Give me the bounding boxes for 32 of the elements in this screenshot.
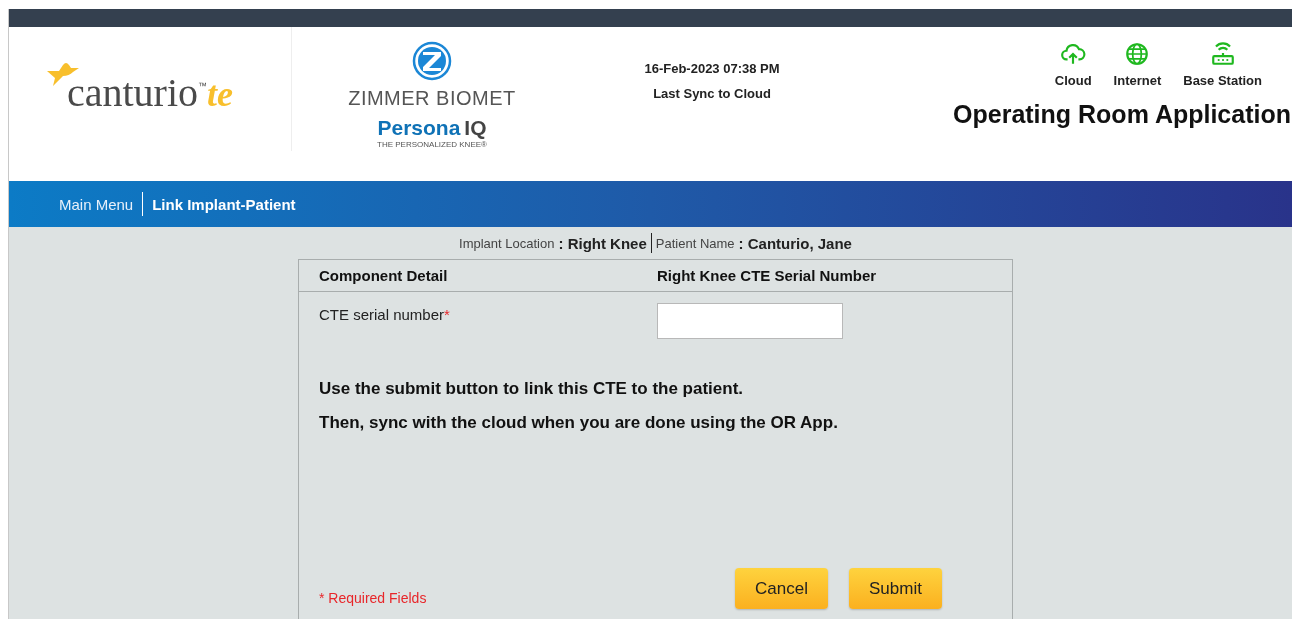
instruction-text: Use the submit button to link this CTE to the patient. [319, 379, 745, 399]
app-title: Operating Room Application [953, 100, 1291, 129]
status-label: Internet [1113, 73, 1162, 88]
context-label: Implant Location [459, 235, 555, 251]
product-suffix: IQ [464, 116, 487, 140]
form-button[interactable]: Cancel [735, 568, 828, 609]
serial-number-field[interactable] [657, 303, 843, 339]
logo-text: canturio [66, 68, 199, 116]
logo-tagline: THE PERSONALIZED KNEE® [377, 140, 487, 149]
router-icon[interactable] [1209, 41, 1236, 67]
product-logo-text: Persona [377, 116, 461, 140]
breadcrumb-link[interactable]: Main Menu [50, 195, 143, 213]
column-header: Right Knee CTE Serial Number [657, 267, 878, 284]
globe-icon[interactable] [1124, 41, 1151, 67]
breadcrumb-link[interactable]: Link Implant-Patient [143, 195, 305, 213]
z-logo-icon [412, 41, 452, 81]
form-button[interactable]: Submit [849, 568, 942, 609]
status-label: Cloud [1054, 73, 1092, 88]
status-label: Base Station [1183, 73, 1262, 88]
column-header: Component Detail [319, 267, 449, 284]
context-value: : Right Knee [558, 234, 647, 252]
logo-suffix: te [207, 72, 233, 115]
sync-label: Last Sync to Cloud [653, 86, 771, 101]
instruction-text: Then, sync with the cloud when you are done using the OR App. [319, 413, 839, 433]
context-label: Patient Name [655, 235, 735, 251]
trademark: ™ [198, 80, 208, 91]
field-label: CTE serial number* [319, 305, 451, 325]
cloud-upload-icon[interactable] [1060, 41, 1087, 67]
sync-time: 16-Feb-2023 07:38 PM [644, 61, 780, 76]
context-value: : Canturio, Jane [738, 234, 852, 252]
company-logo-text: ZIMMER BIOMET [348, 87, 516, 110]
required-note: * Required Fields [319, 590, 427, 606]
